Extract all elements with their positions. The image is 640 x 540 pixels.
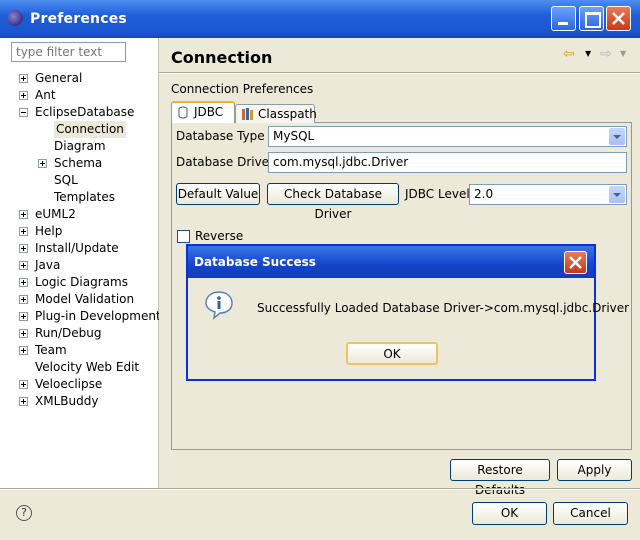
window-title: Preferences	[30, 11, 127, 27]
tree-item-label: Velocity Web Edit	[35, 360, 140, 374]
dialog-close-button[interactable]	[564, 251, 587, 274]
dialog-title: Database Success	[194, 255, 316, 269]
window-title-bar[interactable]: Preferences	[0, 0, 640, 38]
jdbc-level-value: 2.0	[474, 187, 494, 201]
database-type-label: Database Type	[176, 129, 265, 143]
forward-arrow-icon[interactable]: ⇨	[600, 46, 612, 62]
expand-icon[interactable]	[19, 210, 28, 219]
database-icon	[178, 106, 188, 119]
tab-classpath[interactable]: Classpath	[235, 104, 317, 123]
tree-item-label: Model Validation	[35, 292, 135, 306]
expand-icon[interactable]	[38, 159, 47, 168]
tab-jdbc-label: JDBC	[194, 105, 224, 119]
tree-item-label: eUML2	[35, 207, 76, 221]
database-type-select[interactable]: MySQL	[268, 126, 627, 147]
back-arrow-icon[interactable]: ⇦	[563, 46, 575, 62]
apply-button[interactable]: Apply	[557, 459, 632, 481]
window-close-button[interactable]	[606, 6, 631, 31]
tree-item-label: Java	[35, 258, 61, 272]
expand-icon[interactable]	[19, 261, 28, 270]
tree-item-label: Install/Update	[35, 241, 119, 255]
dialog-title-bar[interactable]: Database Success	[188, 246, 594, 278]
database-driver-field[interactable]: com.mysql.jdbc.Driver	[268, 152, 627, 173]
database-driver-value: com.mysql.jdbc.Driver	[273, 155, 409, 169]
check-database-driver-button[interactable]: Check Database Driver	[267, 183, 399, 221]
expand-icon[interactable]	[19, 91, 28, 100]
tree-item-label: Connection	[54, 121, 126, 138]
forward-history-dropdown-icon[interactable]: ▼	[620, 49, 626, 58]
chevron-down-icon[interactable]	[609, 128, 625, 145]
database-type-value: MySQL	[273, 129, 315, 143]
help-icon[interactable]: ?	[16, 505, 32, 521]
reverse-checkbox[interactable]	[177, 230, 190, 243]
expand-icon[interactable]	[19, 244, 28, 253]
expand-icon[interactable]	[19, 227, 28, 236]
collapse-icon[interactable]	[19, 108, 28, 117]
database-driver-label: Database Driver	[176, 155, 274, 169]
expand-icon[interactable]	[19, 397, 28, 406]
tree-item-label: SQL	[54, 173, 78, 187]
tree-item-label: Run/Debug	[35, 326, 102, 340]
tab-jdbc[interactable]: JDBC	[171, 101, 235, 123]
minimize-button[interactable]	[551, 6, 576, 31]
footer-divider	[0, 488, 640, 490]
filter-input[interactable]	[11, 42, 126, 62]
back-history-dropdown-icon[interactable]: ▼	[585, 49, 591, 58]
default-value-button[interactable]: Default Value	[176, 183, 260, 205]
jdbc-level-label: JDBC Level	[405, 187, 470, 201]
tree-item-label: Plug-in Development	[35, 309, 161, 323]
restore-defaults-button[interactable]: Restore Defaults	[450, 459, 550, 497]
header-divider	[159, 72, 640, 74]
expand-icon[interactable]	[19, 380, 28, 389]
close-icon	[612, 12, 625, 25]
eclipse-app-icon	[7, 10, 23, 26]
tree-item-label: EclipseDatabase	[35, 105, 135, 119]
expand-icon[interactable]	[19, 329, 28, 338]
expand-icon[interactable]	[19, 295, 28, 304]
maximize-button[interactable]	[579, 6, 604, 31]
tree-item-label: Schema	[54, 156, 103, 170]
ok-button[interactable]: OK	[472, 502, 547, 525]
library-books-icon	[242, 108, 253, 120]
expand-icon[interactable]	[19, 346, 28, 355]
cancel-button[interactable]: Cancel	[553, 502, 628, 525]
dialog-message: Successfully Loaded Database Driver->com…	[257, 301, 630, 315]
database-success-dialog: Database Success Successfully Loaded Dat…	[186, 244, 629, 381]
close-icon	[569, 256, 582, 269]
tree-item-label: Templates	[54, 190, 116, 204]
tree-item-label: Diagram	[54, 139, 106, 153]
expand-icon[interactable]	[19, 74, 28, 83]
jdbc-level-select[interactable]: 2.0	[469, 184, 627, 205]
tree-item-label: Logic Diagrams	[35, 275, 128, 289]
reverse-label: Reverse	[195, 229, 244, 243]
tab-classpath-label: Classpath	[258, 107, 317, 121]
tree-item-label: Veloeclipse	[35, 377, 103, 391]
dialog-ok-button[interactable]: OK	[346, 342, 438, 365]
tree-item-label: Team	[35, 343, 67, 357]
page-subheading: Connection Preferences	[171, 82, 314, 96]
chevron-down-icon[interactable]	[609, 186, 625, 203]
page-title: Connection	[171, 48, 273, 67]
tree-item-label: General	[35, 71, 83, 85]
tree-item-label: XMLBuddy	[35, 394, 99, 408]
expand-icon[interactable]	[19, 278, 28, 287]
info-icon	[205, 291, 233, 320]
expand-icon[interactable]	[19, 312, 28, 321]
tree-item-label: Help	[35, 224, 63, 238]
tree-item-label: Ant	[35, 88, 56, 102]
